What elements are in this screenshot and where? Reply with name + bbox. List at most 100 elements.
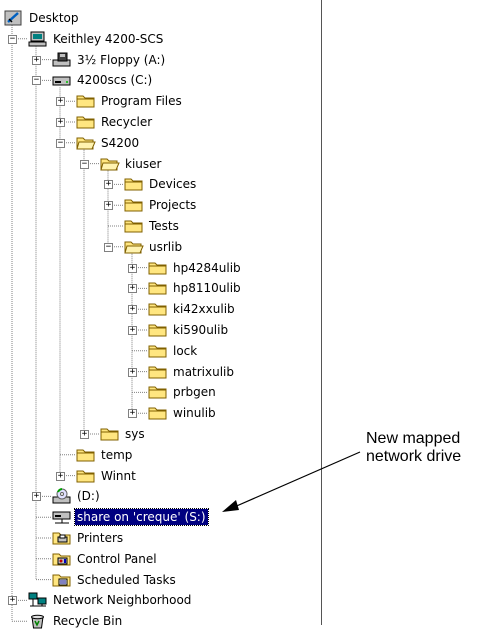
tree-item-label: Keithley 4200-SCS: [53, 31, 164, 46]
expand-button[interactable]: +: [56, 97, 65, 107]
tree-item-projects[interactable]: Projects: [124, 195, 198, 215]
open-folder-icon: [100, 156, 120, 172]
folder-icon: [76, 93, 96, 109]
tree-item-label: kiuser: [125, 156, 162, 171]
folder-icon: [76, 447, 96, 463]
floppy-drive-icon: [52, 52, 72, 68]
tree-item-label: Recycle Bin: [53, 614, 123, 629]
collapse-button[interactable]: −: [56, 138, 65, 148]
folder-icon: [148, 322, 168, 338]
tree-item-hp4284ulib[interactable]: hp4284ulib: [148, 258, 243, 278]
tree-item-label: Recycler: [101, 115, 153, 129]
tree-item-label: Desktop: [29, 11, 79, 25]
expand-button[interactable]: +: [128, 284, 137, 294]
folder-icon: [124, 218, 144, 234]
expand-button[interactable]: +: [128, 326, 137, 335]
folder-icon: [148, 384, 168, 400]
expand-button[interactable]: +: [104, 180, 113, 190]
folder-icon: [148, 280, 168, 296]
cd-drive-icon: [52, 488, 72, 504]
tree-item-label: Program Files: [101, 94, 182, 109]
tree-item-label: winulib: [173, 406, 216, 421]
tree-item-network-neighborhood[interactable]: Network Neighborhood: [28, 590, 193, 610]
folder-icon: [148, 364, 168, 380]
tree-item-control-panel[interactable]: Control Panel: [52, 549, 159, 569]
folder-icon: [76, 468, 96, 484]
tree-item-scheduled-tasks[interactable]: Scheduled Tasks: [52, 570, 178, 590]
tree-item-winulib[interactable]: winulib: [148, 403, 218, 423]
tree-item-usrlib[interactable]: usrlib: [124, 237, 184, 257]
open-folder-icon: [76, 135, 96, 151]
expand-button[interactable]: +: [80, 430, 89, 439]
tree-item-hp8110ulib[interactable]: hp8110ulib: [148, 278, 243, 298]
expand-button[interactable]: +: [56, 118, 65, 127]
callout-line-2: network drive: [366, 448, 462, 465]
tree-item-label: Tests: [149, 219, 179, 233]
expand-button[interactable]: +: [128, 409, 137, 419]
tree-item-label: ki590ulib: [173, 323, 229, 337]
tree-item-ki42xxulib[interactable]: ki42xxulib: [148, 299, 237, 319]
expand-button[interactable]: +: [104, 201, 113, 211]
collapse-button[interactable]: −: [32, 76, 41, 86]
folder-icon: [148, 343, 168, 359]
tree-item-ki590ulib[interactable]: ki590ulib: [148, 320, 230, 340]
printers-folder-icon: [52, 530, 72, 546]
tree-item-label: (D:): [77, 489, 100, 504]
tree-item-label: hp8110ulib: [173, 281, 241, 296]
expand-button[interactable]: +: [32, 55, 41, 65]
folder-tree-panel[interactable]: Desktop Keithley 4200-SCS − 3½ Floppy (A:) +…: [0, 0, 322, 629]
expand-button[interactable]: +: [8, 596, 17, 606]
tree-item-drive-c[interactable]: 4200scs (C:): [52, 70, 154, 90]
tree-item-devices[interactable]: Devices: [124, 174, 198, 194]
tree-item-winnt[interactable]: Winnt: [76, 466, 138, 486]
tree-item-label: prbgen: [173, 385, 216, 400]
tree-item-lock[interactable]: lock: [148, 341, 199, 361]
tree-item-recycle-bin[interactable]: Recycle Bin: [28, 611, 124, 631]
tree-item-program-files[interactable]: Program Files: [76, 91, 184, 111]
tree-item-desktop[interactable]: Desktop: [4, 8, 81, 28]
expand-button[interactable]: +: [56, 471, 65, 481]
tree-item-label: hp4284ulib: [173, 260, 241, 275]
tree-item-drive-d[interactable]: (D:): [52, 486, 102, 506]
tree-item-label: Printers: [77, 531, 124, 545]
open-folder-icon: [124, 239, 144, 255]
network-neighborhood-icon: [28, 592, 48, 608]
expand-button[interactable]: +: [128, 305, 137, 315]
tree-item-label: Devices: [149, 177, 197, 192]
callout-label: New mapped network drive: [366, 430, 490, 466]
network-drive-icon: [52, 509, 72, 525]
tree-item-label: Network Neighborhood: [53, 593, 192, 608]
scheduled-tasks-icon: [52, 572, 72, 588]
collapse-button[interactable]: −: [8, 34, 17, 44]
tree-item-kiuser[interactable]: kiuser: [100, 154, 163, 174]
expand-button[interactable]: +: [32, 492, 41, 502]
tree-item-printers[interactable]: Printers: [52, 528, 125, 548]
tree-item-s4200[interactable]: S4200: [76, 133, 141, 153]
collapse-button[interactable]: −: [104, 242, 113, 252]
folder-icon: [76, 114, 96, 130]
tree-item-temp[interactable]: temp: [76, 445, 134, 465]
tree-item-label: lock: [173, 343, 198, 358]
tree-item-label: 3½ Floppy (A:): [77, 52, 166, 67]
tree-item-share-creque[interactable]: share on 'creque' (S:): [52, 507, 209, 527]
tree-item-tests[interactable]: Tests: [124, 216, 181, 236]
tree-item-label: ki42xxulib: [173, 302, 235, 317]
tree-item-recycler[interactable]: Recycler: [76, 112, 154, 132]
tree-item-label: Control Panel: [77, 551, 157, 566]
control-panel-icon: [52, 551, 72, 567]
tree-item-sys[interactable]: sys: [100, 424, 147, 444]
tree-item-label: share on 'creque' (S:): [74, 508, 209, 527]
hard-drive-icon: [52, 72, 72, 88]
collapse-button[interactable]: −: [80, 159, 89, 169]
tree-item-prbgen[interactable]: prbgen: [148, 382, 218, 402]
tree-item-floppy-a[interactable]: 3½ Floppy (A:): [52, 50, 167, 70]
tree-item-matrixulib[interactable]: matrixulib: [148, 362, 236, 382]
tree-item-label: 4200scs (C:): [77, 73, 153, 88]
tree-item-label: Winnt: [101, 468, 136, 483]
expand-button[interactable]: +: [128, 263, 137, 273]
folder-icon: [124, 176, 144, 192]
tree-item-keithley-4200-scs[interactable]: Keithley 4200-SCS: [28, 29, 165, 49]
desktop-icon: [4, 10, 24, 26]
expand-button[interactable]: +: [128, 367, 137, 377]
tree-item-label: Scheduled Tasks: [77, 572, 176, 587]
